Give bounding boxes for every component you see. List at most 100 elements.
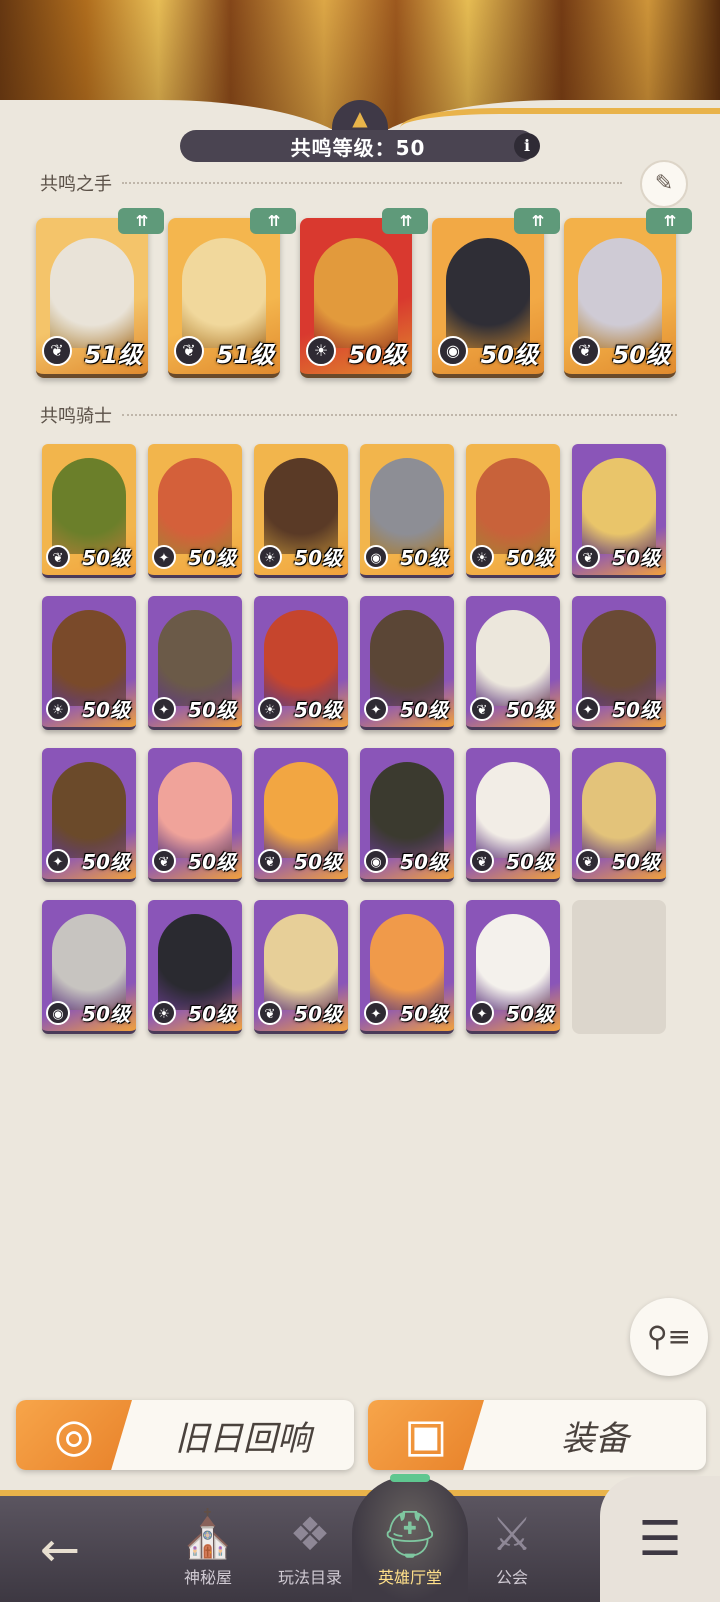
- nav-guild[interactable]: ⚔ 公会: [462, 1496, 562, 1596]
- hero-portrait: [264, 610, 338, 706]
- hand-card[interactable]: ❦ 50级: [564, 218, 676, 378]
- book-icon: ▣: [404, 1408, 448, 1462]
- hero-portrait: [52, 610, 126, 706]
- section-divider: [122, 182, 622, 184]
- knight-card[interactable]: ❦ 50级: [42, 444, 136, 578]
- knight-card[interactable]: ❦ 50级: [572, 748, 666, 882]
- upgrade-arrows-icon: ⇈: [514, 208, 560, 234]
- hero-level: 50级: [612, 546, 660, 570]
- hand-card[interactable]: ❦ 51级: [168, 218, 280, 378]
- knight-card[interactable]: ☀ 50级: [466, 444, 560, 578]
- sun-class-icon: ☀: [470, 545, 494, 569]
- leaf-class-icon: ❦: [152, 849, 176, 873]
- info-icon[interactable]: i: [514, 133, 540, 159]
- hero-level: 50级: [294, 1002, 342, 1026]
- nav-label: 神秘屋: [183, 1568, 232, 1587]
- knight-card[interactable]: ✦ 50级: [42, 748, 136, 882]
- knight-card[interactable]: ❦ 50级: [466, 748, 560, 882]
- knight-card[interactable]: ☀ 50级: [42, 596, 136, 730]
- knight-card[interactable]: ❦ 50级: [254, 900, 348, 1034]
- hero-level: 50级: [294, 546, 342, 570]
- knight-card[interactable]: ☀ 50级: [254, 596, 348, 730]
- hero-portrait: [476, 914, 550, 1010]
- hand-card[interactable]: ◉ 50级: [432, 218, 544, 378]
- knight-card[interactable]: ✦ 50级: [466, 900, 560, 1034]
- section-divider: [122, 414, 677, 416]
- hero-level: 50级: [82, 698, 130, 722]
- back-arrow-icon[interactable]: ←: [30, 1520, 90, 1580]
- echoes-button[interactable]: ◎ 旧日回响: [16, 1400, 354, 1470]
- knight-card[interactable]: ✦ 50级: [572, 596, 666, 730]
- hero-level: 50级: [480, 341, 538, 369]
- hero-level: 51级: [216, 341, 274, 369]
- hero-portrait: [476, 762, 550, 858]
- hero-portrait: [52, 762, 126, 858]
- star-class-icon: ✦: [152, 697, 176, 721]
- hero-portrait: [446, 238, 530, 348]
- upgrade-arrows-icon: ⇈: [250, 208, 296, 234]
- nav-hero-hall[interactable]: ⛑ 英雄厅堂: [360, 1496, 460, 1596]
- sun-class-icon: ☀: [258, 545, 282, 569]
- hero-level: 50级: [400, 698, 448, 722]
- equipment-label: 装备: [561, 1418, 629, 1459]
- hero-portrait: [476, 458, 550, 554]
- hero-portrait: [158, 914, 232, 1010]
- hero-portrait: [264, 914, 338, 1010]
- knight-card[interactable]: ☀ 50级: [148, 900, 242, 1034]
- hero-level: 50级: [400, 546, 448, 570]
- nav-mystery-house[interactable]: ⛪ 神秘屋: [158, 1496, 258, 1596]
- hero-level: 50级: [348, 341, 406, 369]
- hand-section-title: 共鸣之手: [40, 174, 112, 195]
- hero-portrait: [476, 610, 550, 706]
- hero-portrait: [158, 610, 232, 706]
- nav-label: 公会: [495, 1568, 528, 1587]
- hero-portrait: [582, 762, 656, 858]
- hero-level: 50级: [506, 1002, 554, 1026]
- knight-card[interactable]: ◉ 50级: [360, 444, 454, 578]
- diamond-grid-icon: ❖: [289, 1507, 331, 1561]
- star-class-icon: ✦: [364, 697, 388, 721]
- knight-card[interactable]: ✦ 50级: [148, 596, 242, 730]
- knight-card[interactable]: ❦ 50级: [254, 748, 348, 882]
- sun-class-icon: ☀: [306, 336, 336, 366]
- edit-quill-icon[interactable]: ✎: [640, 160, 688, 208]
- hero-level: 50级: [506, 698, 554, 722]
- hero-portrait: [578, 238, 662, 348]
- knight-card[interactable]: ◉ 50级: [360, 748, 454, 882]
- hero-portrait: [182, 238, 266, 348]
- hero-level: 50级: [612, 341, 670, 369]
- knight-card[interactable]: ✦ 50级: [148, 444, 242, 578]
- filter-icon[interactable]: ⚲≡: [630, 1298, 708, 1376]
- knight-card[interactable]: ❦ 50级: [466, 596, 560, 730]
- crossed-swords-icon: ⚔: [491, 1507, 533, 1561]
- resonance-level: 共鸣等级：50: [180, 130, 536, 162]
- knight-card[interactable]: ☀ 50级: [254, 444, 348, 578]
- upgrade-arrows-icon: ⇈: [118, 208, 164, 234]
- equipment-button[interactable]: ▣ 装备: [368, 1400, 706, 1470]
- hand-card[interactable]: ❦ 51级: [36, 218, 148, 378]
- hero-level: 50级: [294, 850, 342, 874]
- eye-class-icon: ◉: [364, 849, 388, 873]
- menu-icon[interactable]: ☰: [600, 1476, 720, 1602]
- banner-gold-trim: [400, 108, 720, 128]
- hero-level: 50级: [188, 850, 236, 874]
- nav-gameplay-catalog[interactable]: ❖ 玩法目录: [260, 1496, 360, 1596]
- knight-card[interactable]: ✦ 50级: [360, 596, 454, 730]
- knight-card[interactable]: ❦ 50级: [572, 444, 666, 578]
- hero-level: 50级: [82, 546, 130, 570]
- star-class-icon: ✦: [470, 1001, 494, 1025]
- hand-card[interactable]: ☀ 50级: [300, 218, 412, 378]
- nav-label: 玩法目录: [277, 1568, 342, 1587]
- knight-card[interactable]: ✦ 50级: [360, 900, 454, 1034]
- hero-level: 50级: [82, 850, 130, 874]
- leaf-class-icon: ❦: [576, 545, 600, 569]
- knight-section-header: 共鸣骑士: [40, 402, 677, 428]
- hero-portrait: [370, 458, 444, 554]
- knight-card[interactable]: ◉ 50级: [42, 900, 136, 1034]
- hero-level: 50级: [400, 850, 448, 874]
- knight-card[interactable]: ❦ 50级: [148, 748, 242, 882]
- hero-portrait: [264, 762, 338, 858]
- sun-class-icon: ☀: [46, 697, 70, 721]
- hero-level: 50级: [188, 698, 236, 722]
- hero-level: 50级: [294, 698, 342, 722]
